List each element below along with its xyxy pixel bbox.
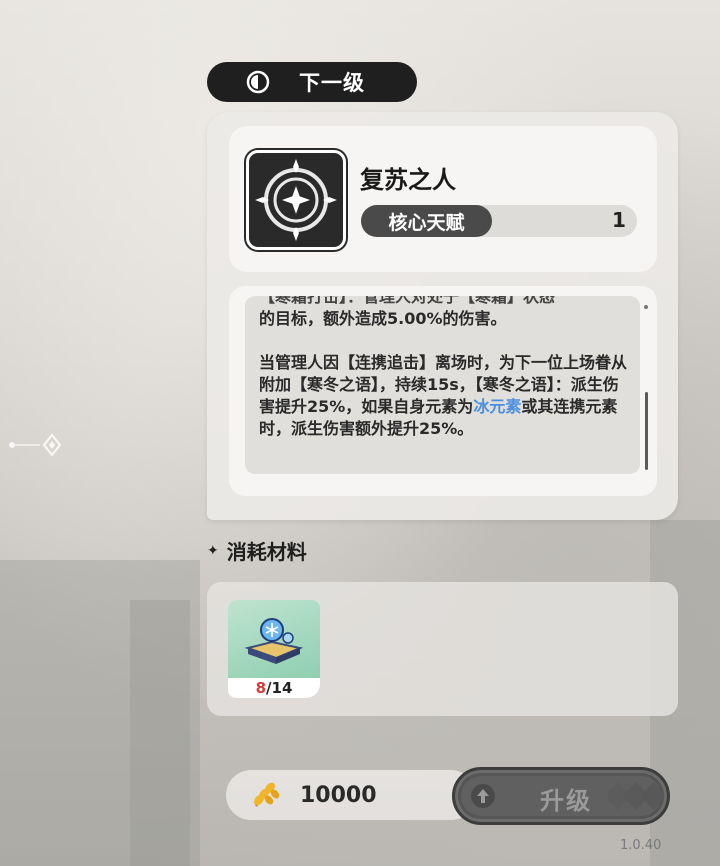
material-item[interactable]: 8/14 [228,600,320,698]
version-label: 1.0.40 [620,838,662,853]
scrollbar-top-dot [644,305,648,309]
sparkle-icon: ✦ [207,542,219,559]
next-level-header: 下一级 [207,62,417,102]
diamond-decoration-icon [9,433,62,457]
diamond-pattern-icon [608,782,664,810]
half-circle-icon [246,70,270,94]
next-level-label: 下一级 [299,71,365,95]
ice-element-highlight: 冰元素 [473,397,522,416]
wheat-coin-icon [254,782,280,807]
description-cutoff-line: 【寒霜打击】：管理人对处于【寒霜】状态 [259,296,556,306]
materials-title: ✦ 消耗材料 [207,540,307,564]
talent-name: 复苏之人 [360,166,456,194]
crosshair-emblem-icon [255,159,337,241]
cost-value: 10000 [300,783,377,808]
up-arrow-icon [471,784,495,808]
description-scroll-area[interactable]: 【寒霜打击】：管理人对处于【寒霜】状态 的目标，额外造成5.00%的伤害。 当管… [245,296,640,474]
ice-book-icon [244,618,304,664]
talent-type-badge: 核心天赋 [361,205,492,237]
scrollbar-thumb[interactable] [645,392,648,470]
material-count: 8/14 [255,679,293,697]
talent-icon-frame [246,150,346,250]
description-paragraph-2: 当管理人因【连携追击】离场时，为下一位上场眷从附加【寒冬之语】，持续15s，【寒… [259,353,628,438]
upgrade-label: 升级 [540,787,592,815]
talent-level: 1 [612,208,626,232]
description-text: 【寒霜打击】：管理人对处于【寒霜】状态 的目标，额外造成5.00%的伤害。 当管… [259,296,631,462]
description-line-1: 的目标，额外造成5.00%的伤害。 [259,309,507,328]
